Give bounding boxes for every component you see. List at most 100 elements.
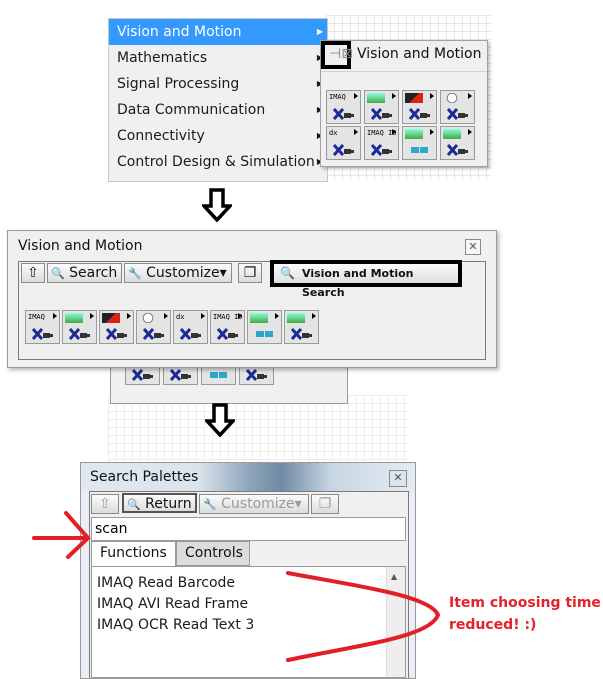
window-title: Vision and Motion [18,238,143,254]
close-icon: ✕ [393,471,403,484]
search-label: Search [69,265,118,281]
submenu-arrow-icon [354,129,358,135]
wrench-icon: 🔧 [128,267,142,280]
vision-rio-icon [250,313,268,323]
palette-tile-imaqdx[interactable]: dx [173,310,208,344]
ni-vision-camera-icon [409,108,430,120]
search-icon: 🔍 [127,498,141,511]
menu-item-label: Vision and Motion [117,24,242,40]
tab-functions[interactable]: Functions [91,541,176,566]
annotation-bracket-icon [286,571,441,662]
pin-button[interactable]: ⊣⊠ [321,41,353,69]
up-button[interactable]: ⇧ [21,263,45,283]
ni-vision-camera-icon [69,328,90,340]
palette-tile-vision-express[interactable] [284,310,319,344]
vision-and-motion-palette-popup: ⊣⊠ Vision and Motion IMAQ dx IMAQ IO [320,40,488,167]
network-icon [411,147,428,153]
submenu-arrow-icon [392,129,396,135]
submenu-arrow-icon [468,93,472,99]
close-button[interactable]: ✕ [465,239,481,255]
wrench-icon: 🔧 [203,498,217,511]
submenu-arrow-icon [53,313,57,319]
functions-menu: Vision and Motion▶ Mathematics▶ Signal P… [108,18,328,182]
customize-button[interactable]: 🔧 Customize▾ [124,263,232,283]
palette-tile-vision-express[interactable] [440,126,475,160]
search-button[interactable]: 🔍 Search [47,263,122,283]
ni-vision-camera-icon [217,328,238,340]
pin-icon: ⊣⊠ [329,46,353,62]
search-icon: 🔍 [280,266,295,280]
annotation-arrow-icon [32,511,91,559]
ni-vision-camera-icon [246,369,267,381]
annotation-note: Item choosing time reduced! :) [449,592,601,636]
menu-item-data-communication[interactable]: Data Communication▶ [109,97,327,123]
vision-express-icon [443,129,461,139]
background-palette-window: dxIMAQ IO [110,351,348,404]
ni-vision-camera-icon [291,328,312,340]
submenu-arrow-icon [127,313,131,319]
submenu-arrow-icon [164,313,168,319]
up-button[interactable]: ⇧ [91,494,119,514]
close-button[interactable]: ✕ [389,470,407,487]
palette-icon-grid: IMAQ dx IMAQ IO [326,90,476,160]
window-title: Search Palettes [90,469,199,485]
submenu-arrow-icon [430,129,434,135]
vision-rio-icon [405,129,423,139]
menu-item-label: Mathematics [117,50,208,66]
restore-icon: ❐ [318,496,332,512]
vision-and-motion-search-button[interactable]: 🔍 Vision and Motion Search [270,260,462,299]
return-button[interactable]: 🔍 Return [122,493,197,513]
annotation-line: reduced! :) [449,617,537,633]
annotation-line: Item choosing time [449,595,601,611]
vision-express-icon [287,313,305,323]
block-diagram-background [108,395,408,462]
ni-vision-camera-icon [180,328,201,340]
menu-item-label: Connectivity [117,128,205,144]
ni-vision-camera-icon [371,144,392,156]
network-icon [210,372,227,378]
ni-vision-camera-icon [447,144,468,156]
palette-tile-vision-rio[interactable] [247,310,282,344]
submenu-arrow-icon [275,313,279,319]
menu-item-vision-and-motion[interactable]: Vision and Motion ▶ [109,19,327,45]
menu-item-connectivity[interactable]: Connectivity▶ [109,123,327,149]
submenu-arrow-icon [238,313,242,319]
machine-vision-icon [405,93,423,103]
up-arrow-icon: ⇧ [99,496,111,512]
ni-vision-camera-icon [170,369,191,381]
up-arrow-icon: ⇧ [27,265,39,281]
palette-tile-vision-utilities[interactable] [136,310,171,344]
menu-item-control-design-simulation[interactable]: Control Design & Simulation▶ [109,149,327,175]
tab-controls[interactable]: Controls [176,541,250,566]
palette-tile-machine-vision[interactable] [99,310,134,344]
search-input[interactable]: scan [91,517,406,541]
ni-vision-camera-icon [333,144,354,156]
tile-label: dx [329,129,338,137]
submenu-arrow-icon [90,313,94,319]
palette-tile-vision-utilities[interactable] [440,90,475,124]
menu-item-mathematics[interactable]: Mathematics▶ [109,45,327,71]
palette-tile-image-processing[interactable] [364,90,399,124]
menu-item-label: Data Communication [117,102,266,118]
image-processing-icon [65,313,83,323]
palette-tile-image-processing[interactable] [62,310,97,344]
ni-vision-camera-icon [143,328,164,340]
down-arrow-icon [202,188,232,222]
restore-button[interactable]: ❐ [238,263,262,283]
menu-item-signal-processing[interactable]: Signal Processing▶ [109,71,327,97]
restore-button[interactable]: ❐ [311,494,339,514]
palette-tile-imaq-io[interactable]: IMAQ IO [210,310,245,344]
palette-tile-vision-rio[interactable] [402,126,437,160]
palette-tile-imaq-io[interactable]: IMAQ IO [364,126,399,160]
palette-title: Vision and Motion [357,46,482,62]
palette-tile-imaq[interactable]: IMAQ [25,310,60,344]
close-icon: ✕ [468,240,478,253]
palette-tile-machine-vision[interactable] [402,90,437,124]
results-tabs: Functions Controls [91,541,406,566]
submenu-arrow-icon [354,93,358,99]
palette-tile-imaqdx[interactable]: dx [326,126,361,160]
ni-vision-camera-icon [132,369,153,381]
ni-vision-camera-icon [106,328,127,340]
palette-tile-imaq[interactable]: IMAQ [326,90,361,124]
customize-button[interactable]: 🔧 Customize▾ [199,494,309,514]
